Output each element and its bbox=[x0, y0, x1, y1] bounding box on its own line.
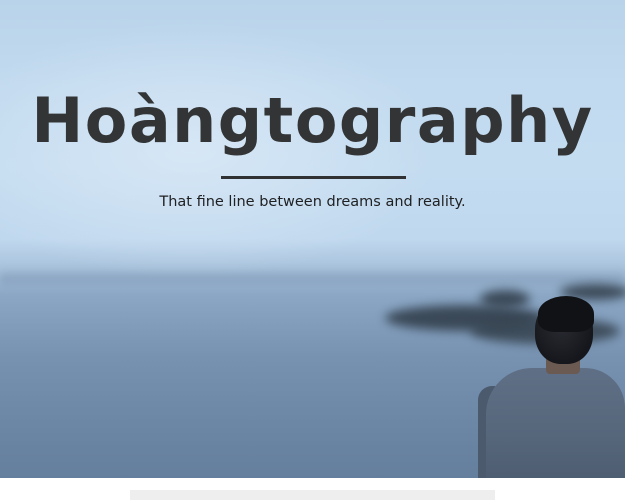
site-tagline: That fine line between dreams and realit… bbox=[159, 194, 466, 210]
site-title: Hoàngtography bbox=[31, 84, 594, 157]
person-torso bbox=[486, 368, 625, 478]
content-edge bbox=[130, 490, 495, 500]
person-hair bbox=[538, 296, 594, 332]
title-divider bbox=[221, 176, 406, 179]
hero-section: Hoàngtography That fine line between dre… bbox=[0, 0, 625, 478]
hero-horizon bbox=[0, 268, 625, 288]
hero-person-image bbox=[478, 296, 625, 478]
